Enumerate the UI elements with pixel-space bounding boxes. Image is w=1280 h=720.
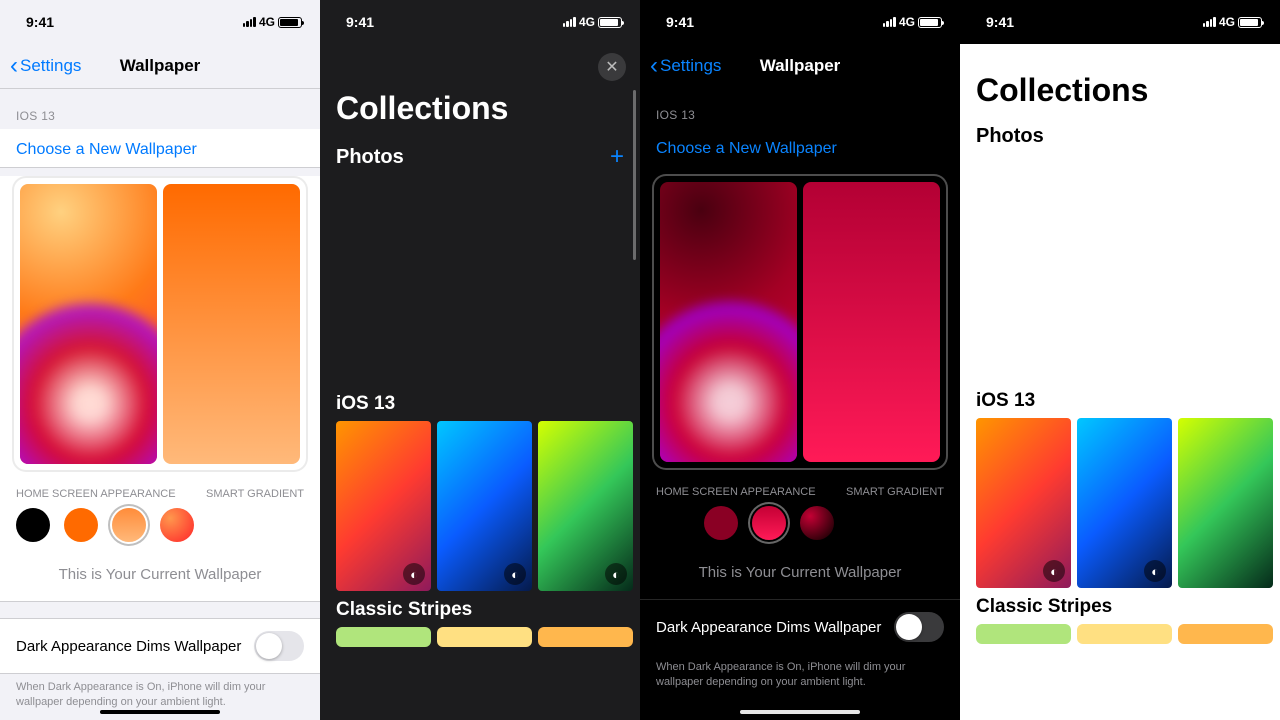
status-time: 9:41: [26, 14, 54, 30]
wallpaper-thumb[interactable]: [976, 624, 1071, 644]
nav-title: Wallpaper: [760, 56, 841, 76]
swatch-dark-red[interactable]: [704, 506, 738, 540]
pane-settings-dark: 9:41 4G ‹Settings Wallpaper iOS 13 Choos…: [640, 0, 960, 720]
battery-icon: [1238, 17, 1262, 28]
swatch-black[interactable]: [16, 508, 50, 542]
status-bar: 9:41 4G: [640, 0, 960, 44]
network-label: 4G: [259, 15, 275, 29]
choose-wallpaper-link[interactable]: Choose a New Wallpaper: [0, 129, 320, 167]
home-indicator[interactable]: [100, 710, 220, 714]
current-wallpaper-label: This is Your Current Wallpaper: [640, 550, 960, 599]
ios13-thumbs: ◐ ◐: [960, 418, 1280, 588]
lock-screen-preview: [660, 182, 797, 462]
battery-icon: [278, 17, 302, 28]
swatch-gradient-selected[interactable]: [112, 508, 146, 542]
dark-dims-row[interactable]: Dark Appearance Dims Wallpaper: [640, 600, 960, 654]
wallpaper-thumb[interactable]: ◐: [1077, 418, 1172, 588]
appearance-labels: HOME SCREEN APPEARANCE SMART GRADIENT: [0, 484, 320, 508]
swatch-gradient-selected[interactable]: [752, 506, 786, 540]
wallpaper-thumb[interactable]: [1178, 418, 1273, 588]
pane-settings-light: 9:41 4G ‹Settings Wallpaper iOS 13 Choos…: [0, 0, 320, 720]
home-indicator[interactable]: [740, 710, 860, 714]
section-header: iOS 13: [0, 89, 320, 129]
footnote: When Dark Appearance is On, iPhone will …: [640, 654, 960, 711]
color-swatches: [640, 506, 960, 550]
home-screen-preview: [803, 182, 940, 462]
signal-icon: [1203, 17, 1216, 27]
wallpaper-thumb[interactable]: [538, 627, 633, 647]
status-bar: 9:41 4G: [960, 0, 1280, 44]
wallpaper-thumb[interactable]: [336, 627, 431, 647]
collections-title: Collections: [960, 72, 1280, 121]
ios13-section-title: iOS 13: [320, 385, 640, 421]
classic-thumbs: [960, 624, 1280, 644]
chevron-left-icon: ‹: [650, 54, 658, 78]
divider: [0, 167, 320, 168]
close-button[interactable]: ✕: [598, 53, 626, 81]
wallpaper-thumb[interactable]: ◐: [976, 418, 1071, 588]
signal-icon: [883, 17, 896, 27]
dynamic-badge-icon: ◐: [1144, 560, 1166, 582]
choose-wallpaper-link[interactable]: Choose a New Wallpaper: [640, 128, 960, 166]
dynamic-badge-icon: ◐: [1043, 560, 1065, 582]
toggle-switch[interactable]: [254, 631, 304, 661]
wallpaper-thumb[interactable]: ◐: [538, 421, 633, 591]
swatch-radial[interactable]: [800, 506, 834, 540]
dynamic-badge-icon: ◐: [504, 563, 526, 585]
nav-title: Wallpaper: [120, 56, 201, 76]
scroll-indicator[interactable]: [633, 90, 636, 260]
collections-title: Collections: [320, 90, 640, 139]
classic-section-title: Classic Stripes: [320, 591, 640, 627]
dynamic-badge-icon: ◐: [605, 563, 627, 585]
wallpaper-thumb[interactable]: ◐: [437, 421, 532, 591]
signal-icon: [243, 17, 256, 27]
section-header: iOS 13: [640, 88, 960, 128]
network-label: 4G: [1219, 15, 1235, 29]
battery-icon: [598, 17, 622, 28]
status-bar: 9:41 4G: [320, 0, 640, 44]
dark-dims-row[interactable]: Dark Appearance Dims Wallpaper: [0, 619, 320, 673]
network-label: 4G: [899, 15, 915, 29]
plus-icon[interactable]: +: [610, 143, 624, 171]
wallpaper-thumb[interactable]: [1077, 624, 1172, 644]
nav-bar: ‹Settings Wallpaper: [640, 44, 960, 88]
classic-thumbs: [320, 627, 640, 647]
status-bar: 9:41 4G: [0, 0, 320, 44]
sheet-header: ✕: [320, 44, 640, 90]
color-swatches: [0, 508, 320, 552]
wallpaper-preview[interactable]: [652, 174, 948, 470]
home-screen-preview: [163, 184, 300, 464]
status-time: 9:41: [666, 14, 694, 30]
lock-screen-preview: [20, 184, 157, 464]
status-time: 9:41: [986, 14, 1014, 30]
swatch-black[interactable]: [656, 506, 690, 540]
battery-icon: [918, 17, 942, 28]
wallpaper-thumb[interactable]: [437, 627, 532, 647]
status-time: 9:41: [346, 14, 374, 30]
chevron-left-icon: ‹: [10, 54, 18, 78]
toggle-switch[interactable]: [894, 612, 944, 642]
pane-collections-dark: 9:41 4G ✕ Collections Photos + iOS 13 ◐ …: [320, 0, 640, 720]
classic-section-title: Classic Stripes: [960, 588, 1280, 624]
current-wallpaper-label: This is Your Current Wallpaper: [0, 552, 320, 601]
wallpaper-thumb[interactable]: [1178, 624, 1273, 644]
dynamic-badge-icon: ◐: [403, 563, 425, 585]
back-button[interactable]: ‹Settings: [10, 54, 81, 78]
photos-header-row[interactable]: Photos +: [320, 139, 640, 175]
back-button[interactable]: ‹Settings: [650, 54, 721, 78]
nav-bar: ‹Settings Wallpaper: [0, 44, 320, 88]
signal-icon: [563, 17, 576, 27]
wallpaper-preview[interactable]: [12, 176, 308, 472]
photos-header-row[interactable]: Photos: [960, 121, 1280, 152]
pane-collections-light: 9:41 4G Collections Photos iOS 13 ◐ ◐ Cl…: [960, 0, 1280, 720]
network-label: 4G: [579, 15, 595, 29]
wallpaper-thumb[interactable]: ◐: [336, 421, 431, 591]
swatch-orange[interactable]: [64, 508, 98, 542]
appearance-labels: HOME SCREEN APPEARANCE SMART GRADIENT: [640, 482, 960, 506]
ios13-section-title: iOS 13: [960, 382, 1280, 418]
swatch-radial[interactable]: [160, 508, 194, 542]
ios13-thumbs: ◐ ◐ ◐: [320, 421, 640, 591]
